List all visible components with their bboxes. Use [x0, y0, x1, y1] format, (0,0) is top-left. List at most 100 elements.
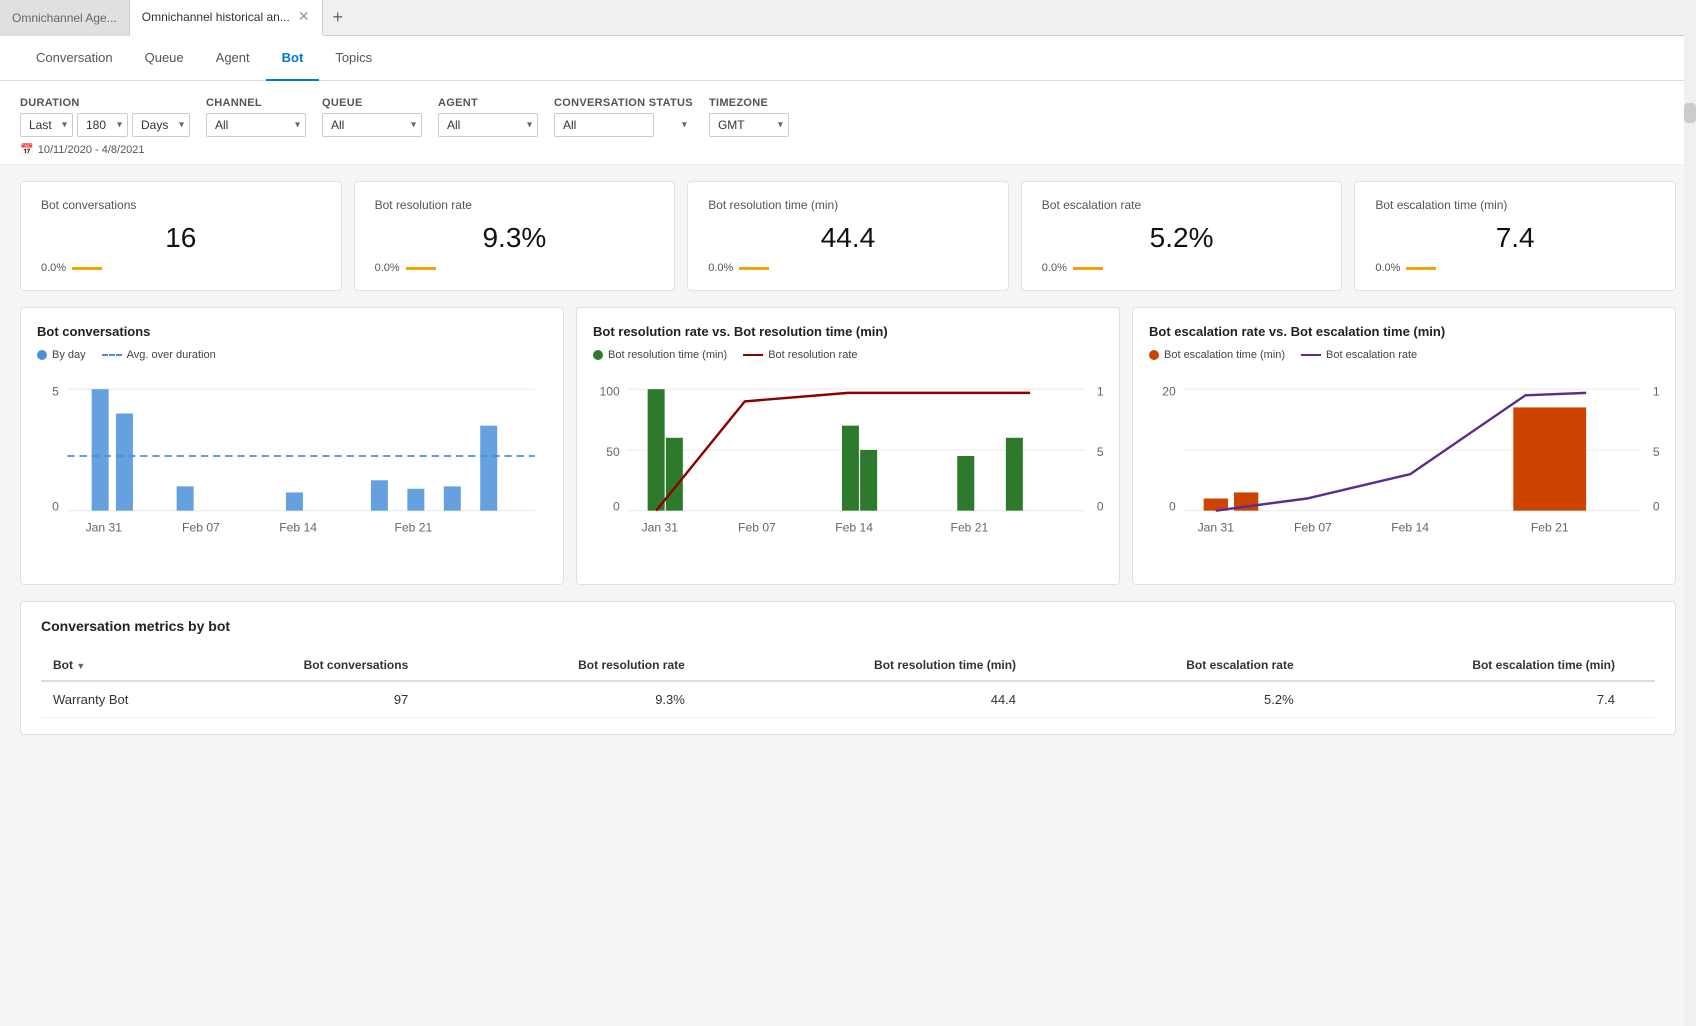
svg-text:50: 50: [606, 445, 620, 459]
svg-text:100%: 100%: [1097, 384, 1103, 398]
kpi-value-4: 7.4: [1375, 222, 1655, 254]
legend-dash-blue: [102, 354, 122, 356]
kpi-change-1: 0.0%: [375, 262, 400, 274]
svg-text:Feb 21: Feb 21: [1531, 520, 1569, 534]
col-escalation-time: Bot escalation time (min): [1354, 650, 1655, 681]
bot-conv-svg: 5 0 Jan 31 Feb 07 Feb 14: [37, 371, 547, 565]
duration-preset-select[interactable]: Last: [20, 113, 73, 137]
chart-escalation-legend: Bot escalation time (min) Bot escalation…: [1149, 349, 1659, 361]
scrollbar-thumb[interactable]: [1684, 103, 1696, 123]
legend-by-day: By day: [37, 349, 86, 361]
col-bot[interactable]: Bot: [41, 650, 195, 681]
legend-res-time-label: Bot resolution time (min): [608, 349, 727, 361]
svg-text:50%: 50%: [1653, 445, 1659, 459]
svg-text:Jan 31: Jan 31: [86, 520, 123, 534]
table-row: Warranty Bot 97 9.3% 44.4 5.2% 7.4: [41, 681, 1655, 718]
filter-agent: Agent All: [438, 97, 538, 137]
kpi-bot-conversations: Bot conversations 16 0.0%: [20, 181, 342, 291]
kpi-change-0: 0.0%: [41, 262, 66, 274]
legend-esc-time: Bot escalation time (min): [1149, 349, 1285, 361]
data-table: Bot Bot conversations Bot resolution rat…: [41, 650, 1655, 718]
kpi-value-3: 5.2%: [1042, 222, 1322, 254]
chart-resolution: Bot resolution rate vs. Bot resolution t…: [576, 307, 1120, 585]
legend-avg-label: Avg. over duration: [127, 349, 216, 361]
tab-omnichannel-agent[interactable]: Omnichannel Age...: [0, 0, 130, 36]
duration-value-select[interactable]: 180: [77, 113, 128, 137]
svg-text:20: 20: [1162, 384, 1176, 398]
col-resolution-time: Bot resolution time (min): [745, 650, 1076, 681]
svg-text:Feb 14: Feb 14: [279, 520, 317, 534]
channel-select[interactable]: All: [206, 113, 306, 137]
svg-text:Feb 14: Feb 14: [835, 520, 873, 534]
tab-label: Omnichannel Age...: [12, 11, 117, 25]
kpi-change-3: 0.0%: [1042, 262, 1067, 274]
filter-duration: Duration Last 180 Days: [20, 97, 190, 137]
legend-res-time: Bot resolution time (min): [593, 349, 727, 361]
tab-topics[interactable]: Topics: [319, 36, 388, 81]
timezone-label: Timezone: [709, 97, 789, 109]
duration-label: Duration: [20, 97, 190, 109]
kpi-bar-0: [72, 267, 102, 270]
cell-resolution-time: 44.4: [745, 681, 1076, 718]
legend-dot-green: [593, 350, 603, 360]
conv-status-label: Conversation status: [554, 97, 693, 109]
duration-unit-select[interactable]: Days: [132, 113, 190, 137]
svg-text:Feb 07: Feb 07: [1294, 520, 1332, 534]
svg-text:50%: 50%: [1097, 445, 1103, 459]
kpi-value-1: 9.3%: [375, 222, 655, 254]
date-range-text: 10/11/2020 - 4/8/2021: [38, 144, 145, 156]
kpi-bar-4: [1406, 267, 1436, 270]
cell-bot-name: Warranty Bot: [41, 681, 195, 718]
close-tab-icon[interactable]: ✕: [298, 8, 310, 25]
svg-text:0: 0: [52, 500, 59, 514]
legend-esc-time-label: Bot escalation time (min): [1164, 349, 1285, 361]
kpi-title-4: Bot escalation time (min): [1375, 198, 1655, 212]
svg-text:Jan 31: Jan 31: [642, 520, 679, 534]
cell-escalation-rate: 5.2%: [1076, 681, 1354, 718]
kpi-bot-resolution-time: Bot resolution time (min) 44.4 0.0%: [687, 181, 1009, 291]
kpi-bar-2: [739, 267, 769, 270]
kpi-title-0: Bot conversations: [41, 198, 321, 212]
chart-resolution-title: Bot resolution rate vs. Bot resolution t…: [593, 324, 1103, 339]
filters-area: Duration Last 180 Days: [0, 81, 1696, 165]
agent-select[interactable]: All: [438, 113, 538, 137]
timezone-select[interactable]: GMT: [709, 113, 789, 137]
svg-text:Feb 07: Feb 07: [182, 520, 220, 534]
tab-agent[interactable]: Agent: [200, 36, 266, 81]
svg-text:100: 100: [599, 384, 619, 398]
kpi-bar-3: [1073, 267, 1103, 270]
svg-text:Jan 31: Jan 31: [1198, 520, 1235, 534]
legend-res-rate-label: Bot resolution rate: [768, 349, 857, 361]
queue-label: Queue: [322, 97, 422, 109]
svg-text:Feb 14: Feb 14: [1391, 520, 1429, 534]
filter-timezone: Timezone GMT: [709, 97, 789, 137]
resolution-svg: 100 50 0 100% 50% 0%: [593, 371, 1103, 565]
calendar-icon: 📅: [20, 143, 34, 156]
svg-text:100%: 100%: [1653, 384, 1659, 398]
tab-omnichannel-historical[interactable]: Omnichannel historical an... ✕: [130, 0, 323, 36]
escalation-svg: 20 0 100% 50% 0% Jan 31 Feb 07 Feb 1: [1149, 371, 1659, 565]
tab-label-active: Omnichannel historical an...: [142, 10, 290, 24]
kpi-title-2: Bot resolution time (min): [708, 198, 988, 212]
chart-escalation: Bot escalation rate vs. Bot escalation t…: [1132, 307, 1676, 585]
agent-label: Agent: [438, 97, 538, 109]
charts-row: Bot conversations By day Avg. over durat…: [20, 307, 1676, 585]
filter-channel: Channel All: [206, 97, 306, 137]
svg-text:Feb 21: Feb 21: [395, 520, 433, 534]
kpi-title-3: Bot escalation rate: [1042, 198, 1322, 212]
svg-text:Feb 07: Feb 07: [738, 520, 776, 534]
table-card: Conversation metrics by bot Bot Bot conv…: [20, 601, 1676, 735]
col-conversations: Bot conversations: [195, 650, 468, 681]
legend-esc-rate-label: Bot escalation rate: [1326, 349, 1417, 361]
tab-bot[interactable]: Bot: [266, 36, 320, 81]
main-content: Bot conversations 16 0.0% Bot resolution…: [0, 165, 1696, 751]
conv-status-select[interactable]: All: [554, 113, 654, 137]
tab-conversation[interactable]: Conversation: [20, 36, 129, 81]
tab-queue[interactable]: Queue: [129, 36, 200, 81]
legend-esc-rate: Bot escalation rate: [1301, 349, 1417, 361]
cell-resolution-rate: 9.3%: [468, 681, 745, 718]
queue-select[interactable]: All: [322, 113, 422, 137]
svg-text:0: 0: [613, 500, 620, 514]
new-tab-button[interactable]: +: [323, 7, 354, 28]
chart-escalation-title: Bot escalation rate vs. Bot escalation t…: [1149, 324, 1659, 339]
